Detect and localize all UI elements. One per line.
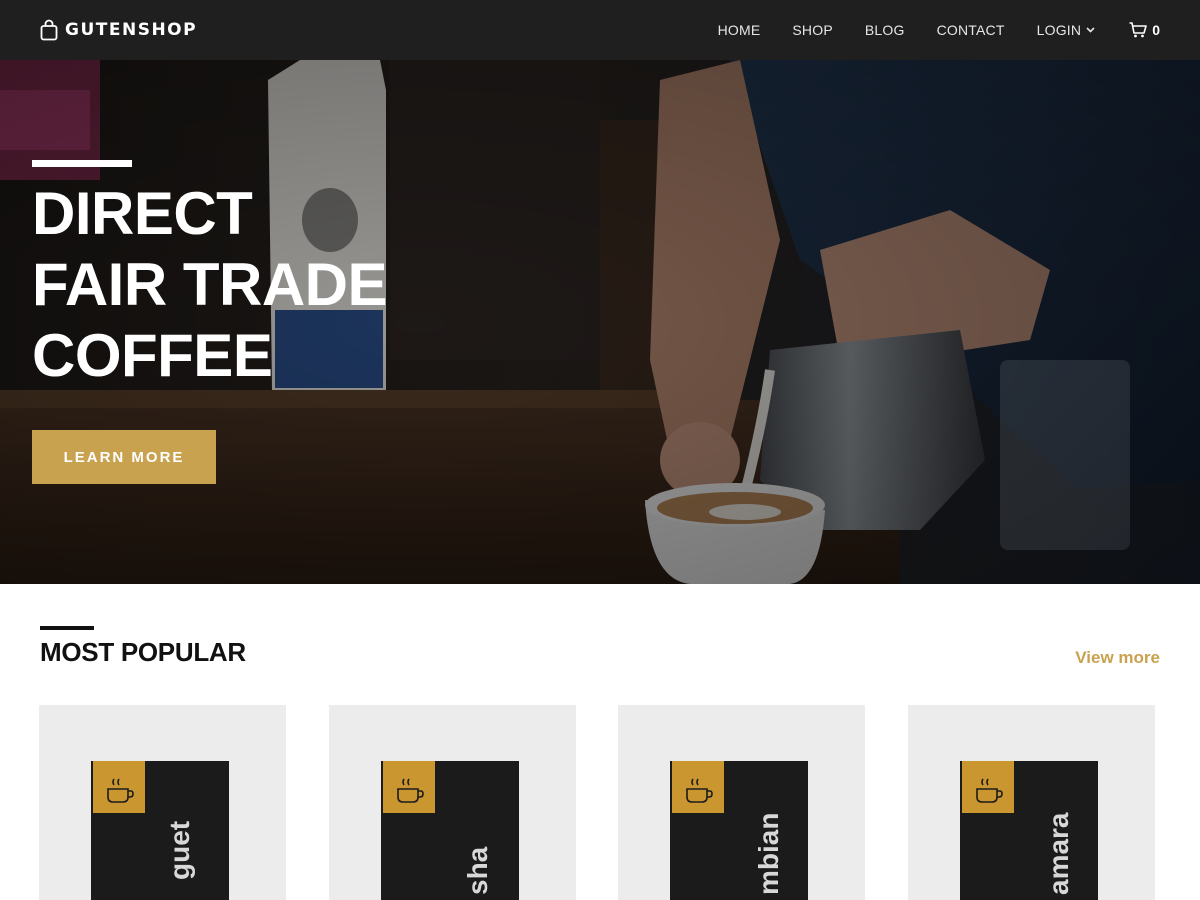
nav-login[interactable]: LOGIN: [1037, 22, 1096, 38]
hero-title-line-3: COFFEE: [32, 322, 273, 389]
bag-label: amara: [1043, 812, 1074, 895]
product-card[interactable]: sha: [329, 705, 576, 900]
product-card[interactable]: amara: [908, 705, 1155, 900]
nav-blog[interactable]: BLOG: [865, 22, 905, 38]
bag-label: sha: [462, 846, 493, 895]
product-card[interactable]: mbian: [618, 705, 865, 900]
brand-logo[interactable]: GUTENSHOP: [40, 18, 197, 42]
chevron-down-icon: [1086, 27, 1095, 33]
brand-name: GUTENSHOP: [65, 20, 198, 40]
hero-banner: DIRECT FAIR TRADE COFFEE LEARN MORE: [0, 60, 1200, 584]
nav-shop[interactable]: SHOP: [792, 22, 832, 38]
main-menu: HOME SHOP BLOG CONTACT LOGIN 0: [718, 0, 1160, 60]
bag-label: guet: [164, 821, 195, 880]
learn-more-button[interactable]: LEARN MORE: [32, 430, 216, 484]
product-grid: guet sha mbian amara: [39, 705, 1159, 900]
product-image: guet: [91, 761, 229, 900]
shopping-bag-icon: [40, 19, 58, 41]
hero-title: DIRECT FAIR TRADE COFFEE: [32, 178, 388, 391]
bag-label: mbian: [753, 813, 784, 895]
section-accent-rule: [40, 626, 94, 630]
hero-title-line-1: DIRECT: [32, 180, 253, 247]
shopping-cart-icon: [1129, 22, 1148, 38]
section-title: MOST POPULAR: [40, 637, 246, 667]
product-image: amara: [960, 761, 1098, 900]
nav-login-label: LOGIN: [1036, 22, 1082, 38]
cart-button[interactable]: 0: [1129, 22, 1160, 38]
view-more-link[interactable]: View more: [1075, 648, 1160, 668]
hero-accent-rule: [32, 160, 132, 167]
nav-contact[interactable]: CONTACT: [937, 22, 1005, 38]
product-card[interactable]: guet: [39, 705, 286, 900]
hero-title-line-2: FAIR TRADE: [32, 251, 388, 318]
nav-home[interactable]: HOME: [718, 22, 761, 38]
product-image: mbian: [670, 761, 808, 900]
cart-count: 0: [1152, 22, 1160, 38]
product-image: sha: [381, 761, 519, 900]
site-header: GUTENSHOP HOME SHOP BLOG CONTACT LOGIN 0: [0, 0, 1200, 60]
